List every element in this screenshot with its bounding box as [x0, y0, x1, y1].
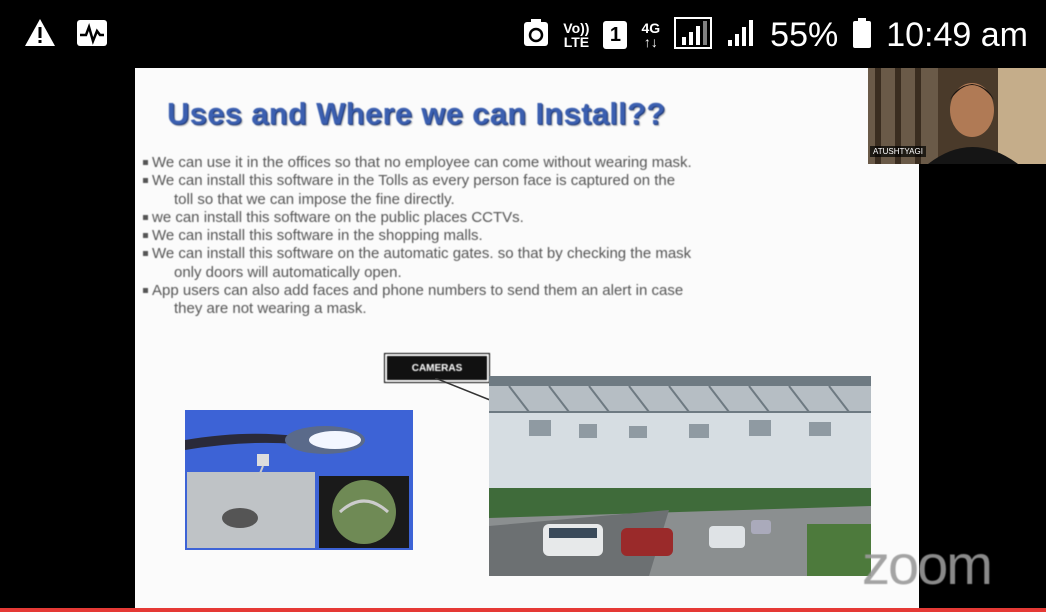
clock: 10:49 am: [886, 15, 1028, 54]
bullet-item: We can use it in the offices so that no …: [143, 154, 883, 172]
presentation-slide: Uses and Where we can Install?? We can u…: [135, 68, 919, 608]
bullet-item: App users can also add faces and phone n…: [143, 282, 883, 319]
bullet-list: We can use it in the offices so that no …: [143, 154, 883, 319]
status-bar: Vo)) LTE 1 4G ↑↓ 55% 10:49 am: [0, 0, 1046, 68]
battery-icon: [852, 17, 872, 54]
volte-indicator: Vo)) LTE: [563, 20, 590, 50]
activity-icon: [76, 19, 108, 52]
bullet-item: We can install this software on the auto…: [143, 245, 883, 282]
sim-badge: 1: [603, 21, 628, 49]
bullet-item: We can install this software in the shop…: [143, 227, 883, 245]
warning-icon: [24, 18, 56, 53]
bullet-item: We can install this software in the Toll…: [143, 172, 883, 209]
participant-name-tag: ATUSHTYAGI: [870, 146, 926, 157]
battery-percent: 55%: [770, 15, 839, 54]
signal-strength-icon-2: [726, 18, 756, 53]
participant-video-tile[interactable]: ATUSHTYAGI: [868, 68, 1046, 164]
slide-title: Uses and Where we can Install??: [167, 96, 666, 131]
bullet-item: we can install this software on the publ…: [143, 209, 883, 227]
network-type-indicator: 4G ↑↓: [641, 20, 661, 50]
zoom-watermark: zoom: [862, 533, 993, 596]
recycle-icon: [523, 18, 549, 53]
highway-toll-cameras-image: [489, 376, 871, 576]
street-lamp-camera-image: [185, 410, 413, 550]
bottom-accent-line: [0, 608, 1046, 612]
signal-strength-icon: [674, 16, 713, 54]
